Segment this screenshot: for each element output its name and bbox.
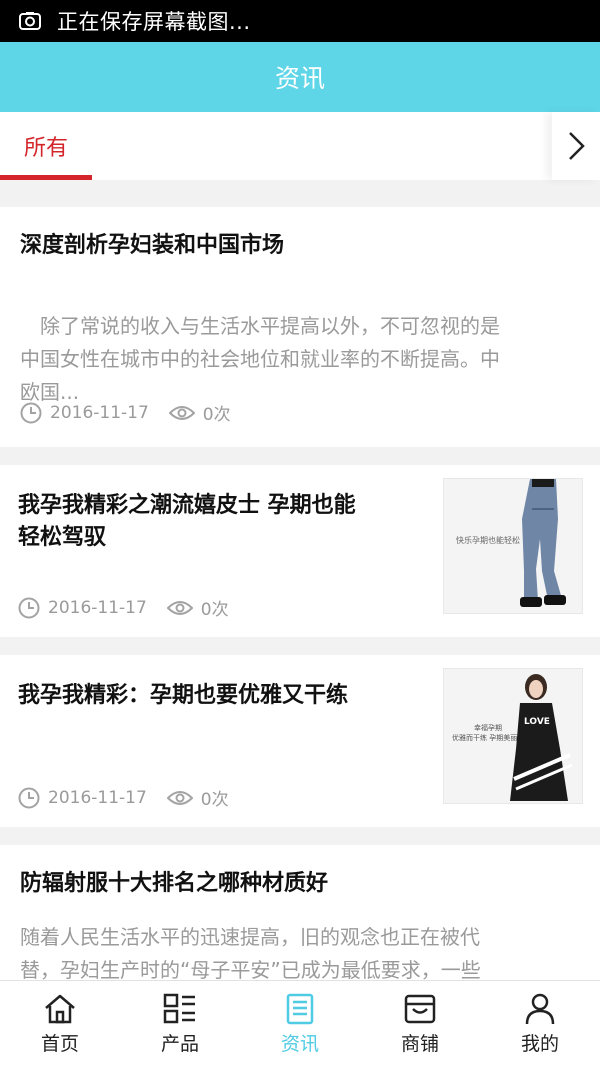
chevron-right-icon <box>569 132 585 160</box>
shirt-print-text: LOVE <box>524 717 550 727</box>
app-header: 资讯 <box>0 42 600 112</box>
nav-me-label: 我的 <box>520 1032 559 1055</box>
article-list: 深度剖析孕妇装和中国市场 除了常说的收入与生活水平提高以外，不可忽视的是 中国女… <box>0 180 600 980</box>
eye-icon <box>166 790 193 805</box>
article-meta: 2016-11-17 0次 <box>18 595 229 620</box>
article-views: 0次 <box>202 405 231 425</box>
article-card[interactable]: 深度剖析孕妇装和中国市场 除了常说的收入与生活水平提高以外，不可忽视的是 中国女… <box>0 207 600 447</box>
article-views: 0次 <box>200 790 229 810</box>
status-text: 正在保存屏幕截图... <box>57 10 251 34</box>
article-card[interactable]: 我孕我精彩之潮流嬉皮士 孕期也能 轻松驾驭 2016-11-17 0次 快乐孕期… <box>0 465 600 637</box>
nav-home[interactable]: 首页 <box>0 981 120 1067</box>
clock-icon <box>18 597 40 618</box>
article-summary-line: 随着人民生活水平的迅速提高，旧的观念也正在被代 <box>20 925 480 949</box>
article-meta: 2016-11-17 0次 <box>18 785 229 810</box>
article-date: 2016-11-17 <box>48 787 147 808</box>
nav-news[interactable]: 资讯 <box>240 981 360 1067</box>
nav-shop[interactable]: 商铺 <box>360 981 480 1067</box>
thumbnail-caption: 快乐孕期也能轻松 <box>456 536 520 545</box>
thumbnail-caption: 幸福孕期 <box>474 724 502 732</box>
eye-icon <box>166 600 193 615</box>
product-grid-icon <box>163 993 195 1023</box>
more-categories-button[interactable] <box>552 112 600 180</box>
tab-all-label: 所有 <box>23 136 68 161</box>
nav-me[interactable]: 我的 <box>480 981 600 1067</box>
article-title: 轻松驾驭 <box>18 525 107 550</box>
clock-icon <box>18 787 40 808</box>
nav-news-label: 资讯 <box>280 1032 319 1055</box>
article-views: 0次 <box>200 600 229 620</box>
article-summary-line: 替，孕妇生产时的“母子平安”已成为最低要求，一些 <box>20 958 481 980</box>
nav-products-label: 产品 <box>160 1032 199 1055</box>
nav-shop-label: 商铺 <box>400 1032 439 1055</box>
article-card[interactable]: 防辐射服十大排名之哪种材质好 随着人民生活水平的迅速提高，旧的观念也正在被代 替… <box>0 845 600 980</box>
user-icon <box>525 993 555 1024</box>
news-icon <box>286 993 314 1024</box>
article-date: 2016-11-17 <box>48 597 147 618</box>
nav-home-label: 首页 <box>40 1032 79 1055</box>
page-title: 资讯 <box>274 64 325 93</box>
shop-icon <box>404 994 436 1023</box>
status-bar: 正在保存屏幕截图... <box>0 0 600 42</box>
article-meta: 2016-11-17 0次 <box>20 400 231 425</box>
bottom-navigation: 首页 产品 资讯 商铺 我的 <box>0 980 600 1067</box>
article-title: 我孕我精彩：孕期也要优雅又干练 <box>18 683 349 708</box>
tab-all[interactable]: 所有 <box>0 112 92 180</box>
article-title: 我孕我精彩之潮流嬉皮士 孕期也能 <box>18 493 356 518</box>
article-title: 深度剖析孕妇装和中国市场 <box>20 233 285 258</box>
article-card[interactable]: 我孕我精彩：孕期也要优雅又干练 2016-11-17 0次 幸福孕期 优雅而干练… <box>0 655 600 827</box>
article-summary-line: 中国女性在城市中的社会地位和就业率的不断提高。中 <box>20 347 500 371</box>
thumbnail-caption: 优雅而干练 孕期美丽 <box>452 734 518 742</box>
article-date: 2016-11-17 <box>50 402 149 423</box>
category-tabs: 所有 <box>0 112 600 180</box>
nav-products[interactable]: 产品 <box>120 981 240 1067</box>
jeans-model-image <box>444 479 582 613</box>
home-icon <box>45 994 75 1023</box>
screenshot-icon <box>19 12 41 30</box>
article-thumbnail: 快乐孕期也能轻松 <box>443 478 583 614</box>
article-title: 防辐射服十大排名之哪种材质好 <box>20 871 329 896</box>
article-summary-line: 除了常说的收入与生活水平提高以外，不可忽视的是 <box>20 314 500 338</box>
article-thumbnail: 幸福孕期 优雅而干练 孕期美丽 LOVE <box>443 668 583 804</box>
eye-icon <box>168 405 195 420</box>
clock-icon <box>20 402 42 423</box>
